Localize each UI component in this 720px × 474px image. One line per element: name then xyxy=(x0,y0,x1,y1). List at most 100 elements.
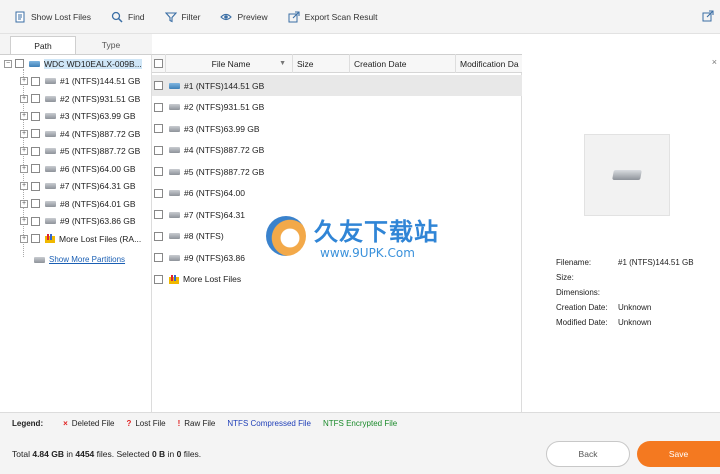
creation-date-header-label: Creation Date xyxy=(354,58,407,69)
checkbox[interactable] xyxy=(31,199,40,208)
tab-path[interactable]: Path xyxy=(10,36,76,54)
tree-root-disk[interactable]: − WDC WD10EALX-009B... xyxy=(4,55,156,72)
checkbox[interactable] xyxy=(15,59,24,68)
expand-icon[interactable]: + xyxy=(20,77,28,85)
expand-icon[interactable]: + xyxy=(20,234,28,243)
expand-icon[interactable]: + xyxy=(20,182,28,190)
legend-compressed-label: NTFS Compressed File xyxy=(227,419,311,428)
file-row[interactable]: #6 (NTFS)64.00 xyxy=(152,183,522,204)
tab-type[interactable]: Type xyxy=(78,36,144,54)
expand-icon[interactable]: + xyxy=(20,199,28,208)
save-button[interactable]: Save xyxy=(637,441,720,467)
tree-item[interactable]: + #6 (NTFS)64.00 GB xyxy=(20,160,172,177)
file-row[interactable]: #9 (NTFS)63.86 xyxy=(152,247,522,268)
tree-item[interactable]: + #8 (NTFS)64.01 GB xyxy=(20,195,172,212)
preview-button[interactable]: Preview xyxy=(220,11,268,23)
select-all-checkbox[interactable] xyxy=(154,59,163,68)
preview-thumbnail xyxy=(584,134,670,216)
checkbox[interactable] xyxy=(31,216,40,226)
size-column-header[interactable]: Size xyxy=(293,54,350,73)
checkbox[interactable] xyxy=(154,124,163,133)
show-lost-files-button[interactable]: Show Lost Files xyxy=(14,11,91,23)
lost-file-icon: ? xyxy=(126,419,132,428)
partition-icon xyxy=(169,254,180,261)
filename-label: Filename: xyxy=(556,258,592,267)
expand-icon[interactable]: + xyxy=(20,164,28,173)
checkbox[interactable] xyxy=(154,167,163,176)
tree-item[interactable]: + More Lost Files (RA... xyxy=(20,230,172,247)
find-button[interactable]: Find xyxy=(111,11,145,23)
checkbox[interactable] xyxy=(31,111,40,121)
checkbox[interactable] xyxy=(31,181,40,191)
size-label: Size: xyxy=(556,273,574,282)
tree-item[interactable]: + #7 (NTFS)64.31 GB xyxy=(20,178,172,195)
files-end-label: files. xyxy=(183,449,202,459)
file-list-header: File Name ▼ Size Creation Date Modificat… xyxy=(152,54,522,73)
tree-item-label: #1 (NTFS)144.51 GB xyxy=(60,76,141,86)
info-size: Size: xyxy=(556,273,618,282)
tree-item[interactable]: + #9 (NTFS)63.86 GB xyxy=(20,213,172,230)
checkbox[interactable] xyxy=(31,146,40,156)
partition-icon xyxy=(45,130,56,137)
disk-icon xyxy=(29,60,40,67)
partition-icon xyxy=(169,211,180,218)
back-button[interactable]: Back xyxy=(546,441,630,467)
expand-icon[interactable]: + xyxy=(20,94,28,103)
total-size: 4.84 GB xyxy=(32,449,64,459)
tree-item[interactable]: + #3 (NTFS)63.99 GB xyxy=(20,108,172,125)
close-icon[interactable]: × xyxy=(712,57,717,67)
raw-file-icon: ! xyxy=(177,419,181,428)
expand-icon[interactable]: + xyxy=(20,129,28,138)
file-row[interactable]: More Lost Files xyxy=(152,269,522,290)
tree-item[interactable]: + #5 (NTFS)887.72 GB xyxy=(20,143,172,160)
modified-date-value: Unknown xyxy=(618,318,652,327)
checkbox[interactable] xyxy=(154,145,163,155)
share-icon[interactable] xyxy=(702,10,714,22)
file-name: #8 (NTFS) xyxy=(184,231,224,241)
expand-icon[interactable]: + xyxy=(20,147,28,155)
checkbox[interactable] xyxy=(154,253,163,262)
filter-button[interactable]: Filter xyxy=(164,11,200,23)
file-row[interactable]: #5 (NTFS)887.72 GB xyxy=(152,161,522,182)
in-label: in xyxy=(66,449,73,459)
expand-icon[interactable]: + xyxy=(20,112,28,120)
tree-item-label: #8 (NTFS)64.01 GB xyxy=(60,198,136,209)
file-name: #3 (NTFS)63.99 GB xyxy=(184,123,260,134)
creation-date-value: Unknown xyxy=(618,303,652,312)
file-row[interactable]: #1 (NTFS)144.51 GB xyxy=(152,75,522,96)
file-name: #4 (NTFS)887.72 GB xyxy=(184,145,265,155)
tree-item[interactable]: + #2 (NTFS)931.51 GB xyxy=(20,90,172,107)
checkbox[interactable] xyxy=(31,234,40,243)
deleted-file-icon: × xyxy=(63,419,68,428)
checkbox[interactable] xyxy=(154,81,163,90)
checkbox[interactable] xyxy=(31,129,40,138)
checkbox[interactable] xyxy=(154,231,163,241)
file-row[interactable]: #7 (NTFS)64.31 xyxy=(152,204,522,225)
tree-item-label: #4 (NTFS)887.72 GB xyxy=(60,128,141,139)
checkbox[interactable] xyxy=(31,94,40,103)
checkbox[interactable] xyxy=(154,188,163,198)
modification-date-column-header[interactable]: Modification Da xyxy=(456,54,522,73)
tree-item[interactable]: + #4 (NTFS)887.72 GB xyxy=(20,125,172,142)
files-selected-label: files. Selected xyxy=(96,449,150,459)
file-row[interactable]: #2 (NTFS)931.51 GB xyxy=(152,97,522,118)
show-more-partitions-link[interactable]: Show More Partitions xyxy=(49,255,125,264)
tree-item[interactable]: + #1 (NTFS)144.51 GB xyxy=(20,73,172,90)
file-row[interactable]: #3 (NTFS)63.99 GB xyxy=(152,118,522,139)
legend-title: Legend: xyxy=(12,419,44,428)
file-count: 4454 xyxy=(75,449,95,459)
selected-count: 0 xyxy=(176,449,182,459)
checkbox[interactable] xyxy=(31,76,40,86)
partition-icon xyxy=(45,218,56,224)
file-name-column-header[interactable]: File Name ▼ xyxy=(166,54,293,73)
creation-date-column-header[interactable]: Creation Date xyxy=(350,54,456,73)
collapse-icon[interactable]: − xyxy=(4,59,12,68)
checkbox[interactable] xyxy=(154,274,163,284)
checkbox[interactable] xyxy=(154,210,163,219)
checkbox[interactable] xyxy=(154,102,163,112)
file-row[interactable]: #8 (NTFS) xyxy=(152,226,522,247)
checkbox[interactable] xyxy=(31,164,40,173)
file-row[interactable]: #4 (NTFS)887.72 GB xyxy=(152,140,522,161)
expand-icon[interactable]: + xyxy=(20,217,28,225)
export-scan-result-button[interactable]: Export Scan Result xyxy=(288,10,377,23)
